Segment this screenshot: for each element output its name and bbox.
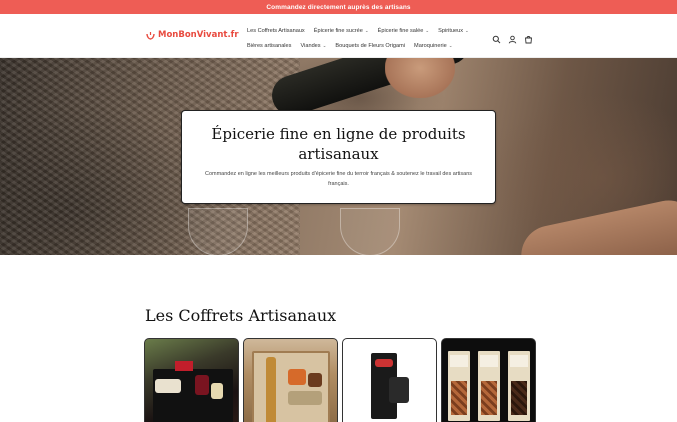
chevron-down-icon: ⌄ <box>322 42 327 48</box>
chevron-down-icon: ⌄ <box>448 42 453 48</box>
nav-item-coffrets[interactable]: Les Coffrets Artisanaux <box>247 28 305 34</box>
product-card[interactable] <box>243 338 338 422</box>
nav-item-label: Épicerie fine sucrée <box>313 27 363 34</box>
nav-item-maroquinerie[interactable]: Maroquinerie ⌄ <box>414 43 452 49</box>
nav-item-label: Les Coffrets Artisanaux <box>247 27 305 34</box>
nav-item-label: Bières artisanales <box>247 42 292 49</box>
nav-item-label: Bouquets de Fleurs Origami <box>335 42 406 49</box>
nav-item-bieres[interactable]: Bières artisanales <box>247 43 291 49</box>
product-item <box>288 369 306 385</box>
site-header: MonBonVivant.fr Les Coffrets Artisanaux … <box>0 14 677 58</box>
product-grid <box>144 338 536 422</box>
nav-item-label: Maroquinerie <box>414 42 447 49</box>
chocolate-bar <box>508 351 530 421</box>
product-item <box>288 391 322 405</box>
hero-hand <box>385 58 455 98</box>
product-item <box>308 373 322 387</box>
cart-icon[interactable] <box>524 31 533 44</box>
search-icon[interactable] <box>492 31 501 44</box>
nav-row-1: Les Coffrets Artisanaux Épicerie fine su… <box>247 23 482 38</box>
nav-item-label: Épicerie fine salée <box>377 27 424 34</box>
gift-ribbon <box>175 361 193 371</box>
hero-arm <box>515 194 677 255</box>
header-icons <box>492 31 533 44</box>
product-item <box>211 383 223 399</box>
nav-item-viandes[interactable]: Viandes ⌄ <box>300 43 326 49</box>
nav-item-label: Viandes <box>300 42 321 49</box>
product-card[interactable] <box>144 338 239 422</box>
hero-title: Épicerie fine en ligne de produits artis… <box>211 125 466 163</box>
nav-item-bouquets[interactable]: Bouquets de Fleurs Origami <box>335 43 405 49</box>
site-logo[interactable]: MonBonVivant.fr <box>146 30 239 40</box>
hero-wine-glass <box>340 208 400 255</box>
product-card[interactable] <box>342 338 437 422</box>
nav-row-2: Bières artisanales Viandes ⌄ Bouquets de… <box>247 38 482 53</box>
product-card[interactable] <box>441 338 536 422</box>
announcement-bar: Commandez directement auprès des artisan… <box>0 0 677 14</box>
product-item <box>389 377 409 403</box>
chocolate-bar <box>478 351 500 421</box>
product-item <box>155 379 181 393</box>
product-item <box>266 357 276 422</box>
account-icon[interactable] <box>508 31 517 44</box>
chevron-down-icon: ⌄ <box>465 27 469 33</box>
logo-mark-icon <box>146 31 155 40</box>
nav-item-spiritueux[interactable]: Spiritueux ⌄ <box>438 28 469 34</box>
logo-text: MonBonVivant.fr <box>158 30 239 40</box>
chevron-down-icon: ⌄ <box>425 27 430 33</box>
product-item <box>195 375 209 395</box>
product-label <box>375 359 393 367</box>
hero-subtitle: Commandez en ligne les meilleurs produit… <box>204 171 472 187</box>
nav-item-label: Spiritueux <box>438 27 464 34</box>
chevron-down-icon: ⌄ <box>364 27 369 33</box>
nav-item-epicerie-salee[interactable]: Épicerie fine salée ⌄ <box>378 28 430 34</box>
chocolate-bar <box>448 351 470 421</box>
nav-item-epicerie-sucree[interactable]: Épicerie fine sucrée ⌄ <box>314 28 369 34</box>
hero-card: Épicerie fine en ligne de produits artis… <box>181 110 496 204</box>
main-nav: Les Coffrets Artisanaux Épicerie fine su… <box>247 23 482 53</box>
announcement-text: Commandez directement auprès des artisan… <box>266 3 411 11</box>
collection-title: Les Coffrets Artisanaux <box>145 306 337 325</box>
